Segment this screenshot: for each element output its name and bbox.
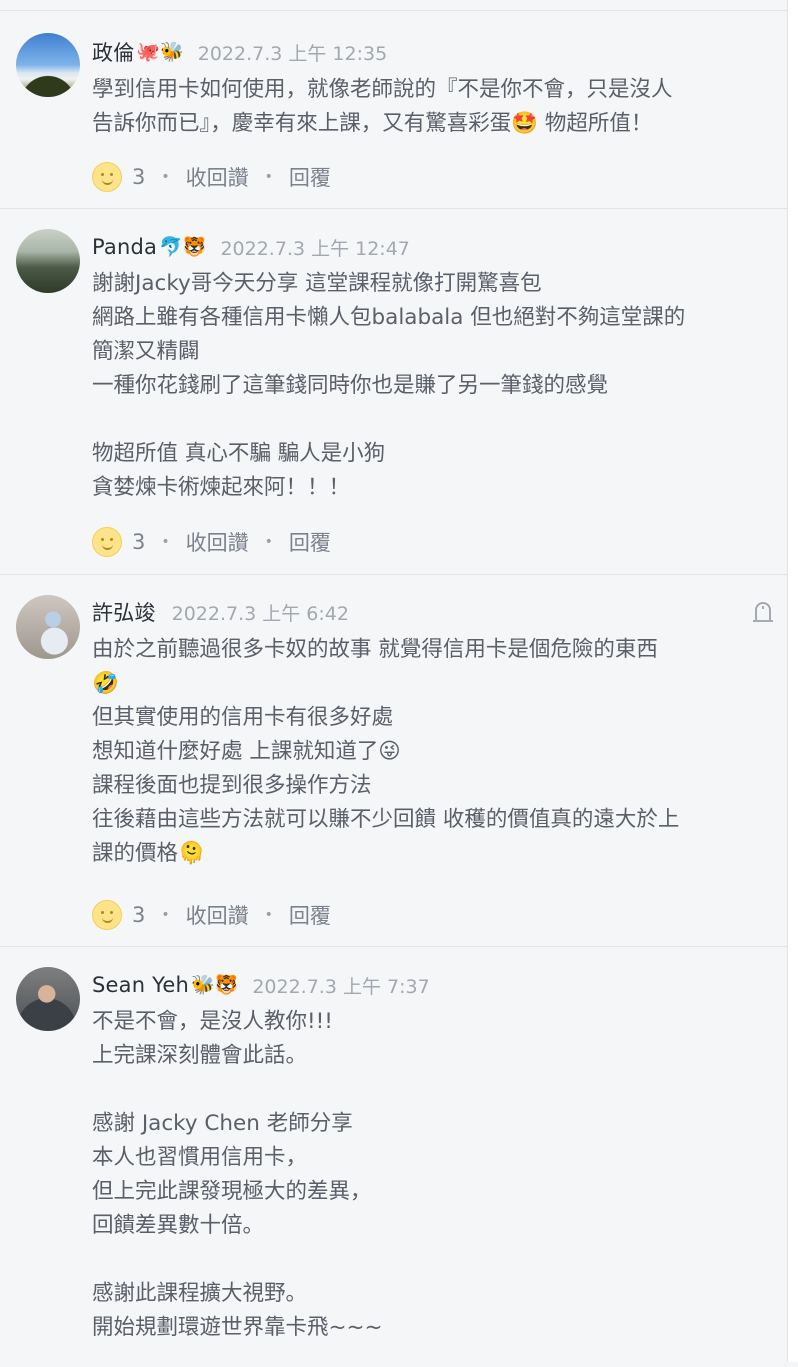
comment-header: 政倫 🐙🐝 2022.7.3 上午 12:35 <box>92 37 387 67</box>
comment-actions: 3 • 收回讚 • 回覆 <box>92 898 331 932</box>
separator-dot: • <box>161 169 170 185</box>
smile-reaction-icon[interactable] <box>92 162 122 192</box>
comment-item: Panda 🐬🐯 2022.7.3 上午 12:47 謝謝Jacky哥今天分享 … <box>0 209 788 575</box>
like-count: 3 <box>132 530 146 554</box>
comment-header: Sean Yeh 🐝🐯 2022.7.3 上午 7:37 <box>92 970 430 1000</box>
author-name[interactable]: Sean Yeh <box>92 973 189 997</box>
smile-reaction-icon[interactable] <box>92 900 122 930</box>
comment-text: 由於之前聽過很多卡奴的故事 就覺得信用卡是個危險的東西 🤣 但其實使用的信用卡有… <box>92 637 680 866</box>
reply-button[interactable]: 回覆 <box>289 162 331 192</box>
scrollbar-track[interactable] <box>787 0 798 1362</box>
avatar[interactable] <box>16 33 80 97</box>
smile-reaction-icon[interactable] <box>92 527 122 557</box>
comment-text: 不是不會，是沒人教你!!! 上完課深刻體會此話。 感謝 Jacky Chen 老… <box>92 1009 383 1340</box>
separator-dot: • <box>264 534 273 550</box>
comment-item: Sean Yeh 🐝🐯 2022.7.3 上午 7:37 不是不會，是沒人教你!… <box>0 947 788 1367</box>
report-flag-icon[interactable] <box>750 601 776 625</box>
retract-like-button[interactable]: 收回讚 <box>186 527 249 557</box>
separator-dot: • <box>161 534 170 550</box>
comment-list: 政倫 🐙🐝 2022.7.3 上午 12:35 學到信用卡如何使用，就像老師說的… <box>0 11 788 1367</box>
separator-dot: • <box>264 169 273 185</box>
comment-actions: 3 • 收回讚 • 回覆 <box>92 525 331 559</box>
separator-dot: • <box>264 907 273 923</box>
avatar[interactable] <box>16 595 80 659</box>
comment-date: 2022.7.3 上午 7:37 <box>252 975 430 998</box>
comment-text: 謝謝Jacky哥今天分享 這堂課程就像打開驚喜包 網路上雖有各種信用卡懶人包ba… <box>92 271 686 500</box>
comment-header: Panda 🐬🐯 2022.7.3 上午 12:47 <box>92 232 410 262</box>
comment-date: 2022.7.3 上午 12:47 <box>220 237 410 260</box>
retract-like-button[interactable]: 收回讚 <box>186 900 249 930</box>
retract-like-button[interactable]: 收回讚 <box>186 162 249 192</box>
author-name[interactable]: 許弘竣 <box>92 597 156 627</box>
avatar[interactable] <box>16 967 80 1031</box>
comment-item: 政倫 🐙🐝 2022.7.3 上午 12:35 學到信用卡如何使用，就像老師說的… <box>0 11 788 209</box>
comment-actions: 3 • 收回讚 • 回覆 <box>92 160 331 194</box>
author-emoji: 🐬🐯 <box>159 235 207 258</box>
author-name[interactable]: 政倫 <box>92 37 134 67</box>
like-count: 3 <box>132 165 146 189</box>
comment-date: 2022.7.3 上午 12:35 <box>197 42 388 65</box>
author-emoji: 🐝🐯 <box>190 973 239 996</box>
reply-button[interactable]: 回覆 <box>289 527 331 557</box>
comment-header: 許弘竣 2022.7.3 上午 6:42 <box>92 597 349 627</box>
avatar[interactable] <box>16 229 80 293</box>
reply-button[interactable]: 回覆 <box>289 900 331 930</box>
separator-dot: • <box>161 907 170 923</box>
comment-item: 許弘竣 2022.7.3 上午 6:42 由於之前聽過很多卡奴的故事 就覺得信用… <box>0 575 788 947</box>
author-emoji: 🐙🐝 <box>136 40 184 63</box>
author-name[interactable]: Panda <box>92 235 157 259</box>
like-count: 3 <box>132 903 146 927</box>
comment-date: 2022.7.3 上午 6:42 <box>171 602 349 625</box>
comment-text: 學到信用卡如何使用，就像老師說的『不是你不會，只是沒人 告訴你而已』，慶幸有來上… <box>92 77 673 136</box>
